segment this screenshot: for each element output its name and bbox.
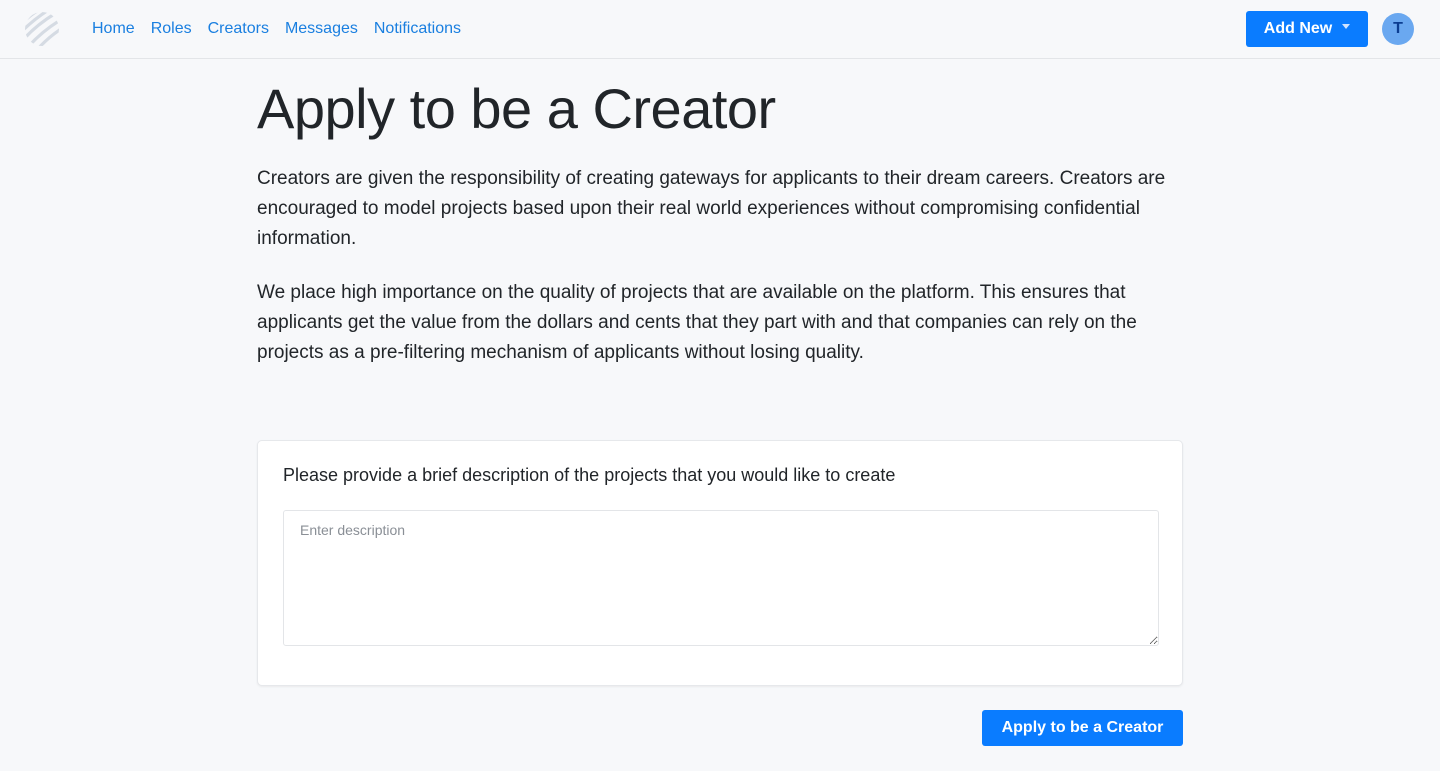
description-input[interactable]: [283, 510, 1159, 646]
logo-icon[interactable]: [24, 11, 60, 47]
description-label: Please provide a brief description of th…: [283, 465, 896, 485]
nav-link-roles[interactable]: Roles: [151, 20, 192, 38]
top-navbar: Home Roles Creators Messages Notificatio…: [0, 0, 1440, 59]
nav-link-messages[interactable]: Messages: [285, 20, 358, 38]
nav-link-notifications[interactable]: Notifications: [374, 20, 461, 38]
main-nav: Home Roles Creators Messages Notificatio…: [92, 0, 477, 58]
nav-link-home[interactable]: Home: [92, 20, 135, 38]
caret-down-icon: [1342, 23, 1351, 29]
apply-creator-button[interactable]: Apply to be a Creator: [982, 710, 1183, 746]
intro-paragraph-1: Creators are given the responsibility of…: [257, 168, 1166, 249]
page-title: Apply to be a Creator: [257, 77, 776, 140]
nav-link-creators[interactable]: Creators: [208, 20, 269, 38]
add-new-button[interactable]: Add New: [1246, 11, 1368, 47]
user-avatar[interactable]: T: [1382, 13, 1414, 45]
add-new-label: Add New: [1263, 20, 1333, 37]
application-form-card: Please provide a brief description of th…: [257, 440, 1183, 686]
intro-paragraph-2: We place high importance on the quality …: [257, 282, 1137, 363]
